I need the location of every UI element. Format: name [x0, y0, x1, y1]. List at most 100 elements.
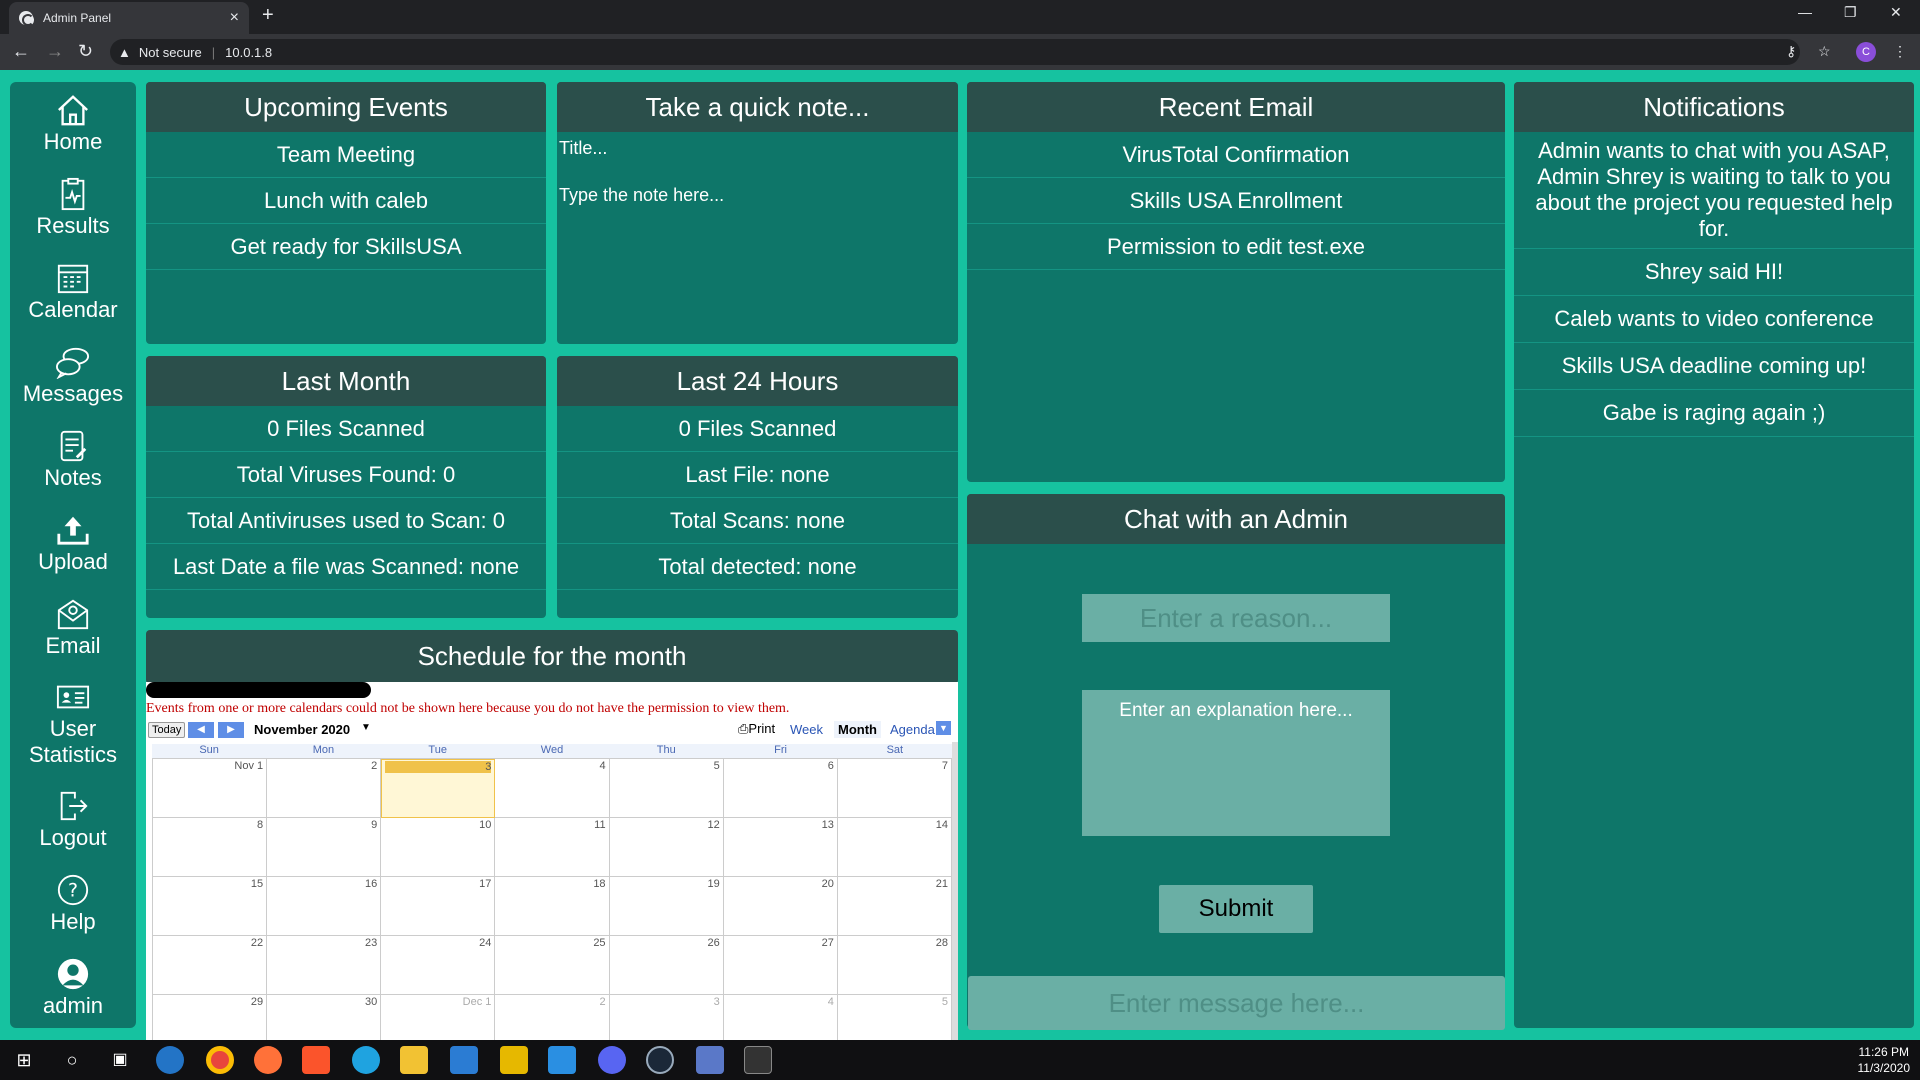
calendar-day-cell[interactable]: 19 — [609, 877, 724, 936]
calendar-day-cell[interactable]: 5 — [609, 759, 724, 818]
network-app-icon[interactable] — [696, 1046, 724, 1074]
explanation-input[interactable] — [1082, 690, 1390, 836]
terminal-icon[interactable] — [744, 1046, 772, 1074]
email-item[interactable]: Permission to edit test.exe — [967, 224, 1505, 270]
calendar-day-cell[interactable]: 4 — [724, 995, 838, 1040]
brave-icon[interactable] — [302, 1046, 330, 1074]
calendar-day-cell[interactable]: 2 — [495, 995, 610, 1040]
edge-icon[interactable] — [352, 1046, 380, 1074]
sidebar-item-user-statistics[interactable]: User Statistics — [10, 670, 136, 778]
calendar-day-cell[interactable]: 6 — [723, 759, 838, 818]
star-icon[interactable]: ☆ — [1818, 43, 1831, 60]
chrome-icon[interactable] — [206, 1046, 234, 1074]
sidebar-item-logout[interactable]: Logout — [10, 778, 136, 862]
close-window-icon[interactable]: ✕ — [1890, 4, 1902, 21]
calendar-day-cell[interactable]: Dec 1 — [381, 995, 496, 1040]
sidebar-item-email[interactable]: Email — [10, 586, 136, 670]
email-item[interactable]: VirusTotal Confirmation — [967, 132, 1505, 178]
sidebar-item-admin[interactable]: admin — [10, 946, 136, 1030]
calendar-day-cell[interactable]: 23 — [267, 936, 382, 995]
event-item[interactable]: Lunch with caleb — [146, 178, 546, 224]
calendar-day-cell[interactable]: 30 — [267, 995, 382, 1040]
search-icon[interactable]: ○ — [58, 1046, 86, 1074]
reason-input[interactable] — [1082, 594, 1390, 642]
calendar-day-cell[interactable]: 7 — [837, 759, 952, 818]
calendar-day-cell[interactable]: 21 — [837, 877, 952, 936]
chevron-down-icon[interactable]: ▼ — [361, 722, 371, 733]
today-button[interactable]: Today — [148, 722, 186, 738]
profile-avatar[interactable]: C — [1856, 42, 1876, 62]
windows-start-icon[interactable]: ⊞ — [10, 1046, 38, 1074]
sidebar-item-calendar[interactable]: Calendar — [10, 250, 136, 334]
calendar-day-cell[interactable]: 4 — [495, 759, 610, 818]
submit-button[interactable]: Submit — [1159, 885, 1313, 933]
notification-item[interactable]: Admin wants to chat with you ASAP, Admin… — [1514, 132, 1914, 249]
app-icon[interactable] — [500, 1046, 528, 1074]
calendar-day-cell[interactable]: 18 — [495, 877, 610, 936]
minimize-icon[interactable]: — — [1798, 4, 1812, 20]
sidebar-item-notes[interactable]: Notes — [10, 418, 136, 502]
calendar-day-cell[interactable]: 22 — [153, 936, 268, 995]
file-explorer-icon[interactable] — [400, 1046, 428, 1074]
notification-item[interactable]: Caleb wants to video conference — [1514, 296, 1914, 343]
notification-item[interactable]: Shrey said HI! — [1514, 249, 1914, 296]
calendar-day-cell[interactable]: Nov 1 — [153, 759, 268, 818]
calendar-day-cell[interactable]: 9 — [267, 818, 382, 877]
vscode-icon[interactable] — [548, 1046, 576, 1074]
forward-icon[interactable]: → — [46, 41, 64, 62]
steam-icon[interactable] — [646, 1046, 674, 1074]
sidebar-item-help[interactable]: ? Help — [10, 862, 136, 946]
calendar-day-cell[interactable]: 27 — [723, 936, 838, 995]
calendar-day-cell[interactable]: 15 — [153, 877, 268, 936]
reload-icon[interactable]: ↻ — [78, 41, 93, 62]
calendar-day-cell[interactable]: 8 — [153, 818, 268, 877]
calendar-day-cell[interactable]: 3 — [381, 759, 496, 818]
discord-icon[interactable] — [598, 1046, 626, 1074]
sidebar-item-results[interactable]: Results — [10, 166, 136, 250]
note-title-input[interactable] — [557, 134, 958, 163]
notification-item[interactable]: Skills USA deadline coming up! — [1514, 343, 1914, 390]
calendar-day-cell[interactable]: 24 — [381, 936, 496, 995]
notification-item[interactable]: Gabe is raging again ;) — [1514, 390, 1914, 437]
view-month-tab[interactable]: Month — [834, 721, 881, 738]
calendar-day-cell[interactable]: 3 — [610, 995, 724, 1040]
calendar-day-cell[interactable]: 5 — [838, 995, 952, 1040]
calendar-day-cell[interactable]: 10 — [381, 818, 496, 877]
firefox-dev-icon[interactable] — [156, 1046, 184, 1074]
calendar-day-cell[interactable]: 26 — [609, 936, 724, 995]
view-agenda-tab[interactable]: Agenda — [886, 721, 939, 738]
sidebar-item-messages[interactable]: Messages — [10, 334, 136, 418]
calendar-day-cell[interactable]: 12 — [609, 818, 724, 877]
menu-icon[interactable]: ⋮ — [1893, 43, 1907, 60]
sidebar-item-upload[interactable]: Upload — [10, 502, 136, 586]
event-item[interactable]: Team Meeting — [146, 132, 546, 178]
task-view-icon[interactable]: ▣ — [106, 1046, 134, 1074]
back-icon[interactable]: ← — [12, 41, 30, 62]
address-bar[interactable]: ▲ Not secure | 10.0.1.8 — [110, 39, 1800, 65]
calendar-day-cell[interactable]: 13 — [723, 818, 838, 877]
calendar-day-cell[interactable]: 14 — [837, 818, 952, 877]
close-tab-icon[interactable]: × — [230, 9, 239, 27]
calendar-day-cell[interactable]: 16 — [267, 877, 382, 936]
restore-icon[interactable]: ❐ — [1844, 4, 1857, 21]
calendar-day-cell[interactable]: 25 — [495, 936, 610, 995]
calendar-scrollbar[interactable] — [952, 742, 958, 1040]
new-tab-button[interactable]: + — [262, 4, 274, 27]
calendar-day-cell[interactable]: 29 — [153, 995, 268, 1040]
note-body-input[interactable] — [557, 181, 958, 331]
calendar-day-cell[interactable]: 2 — [267, 759, 382, 818]
calendar-day-cell[interactable]: 28 — [837, 936, 952, 995]
prev-month-icon[interactable]: ◀ — [188, 722, 214, 738]
mail-icon[interactable] — [450, 1046, 478, 1074]
browser-tab[interactable]: Admin Panel × — [9, 2, 249, 34]
calendar-day-cell[interactable]: 11 — [495, 818, 610, 877]
key-icon[interactable]: ⚷ — [1786, 43, 1796, 60]
print-button[interactable]: ⎙Print — [738, 721, 775, 737]
calendar-day-cell[interactable]: 20 — [723, 877, 838, 936]
calendar-day-cell[interactable]: 17 — [381, 877, 496, 936]
event-item[interactable]: Get ready for SkillsUSA — [146, 224, 546, 270]
view-menu-chevron-icon[interactable]: ▼ — [936, 721, 951, 735]
firefox-icon[interactable] — [254, 1046, 282, 1074]
message-input[interactable] — [968, 976, 1505, 1030]
email-item[interactable]: Skills USA Enrollment — [967, 178, 1505, 224]
